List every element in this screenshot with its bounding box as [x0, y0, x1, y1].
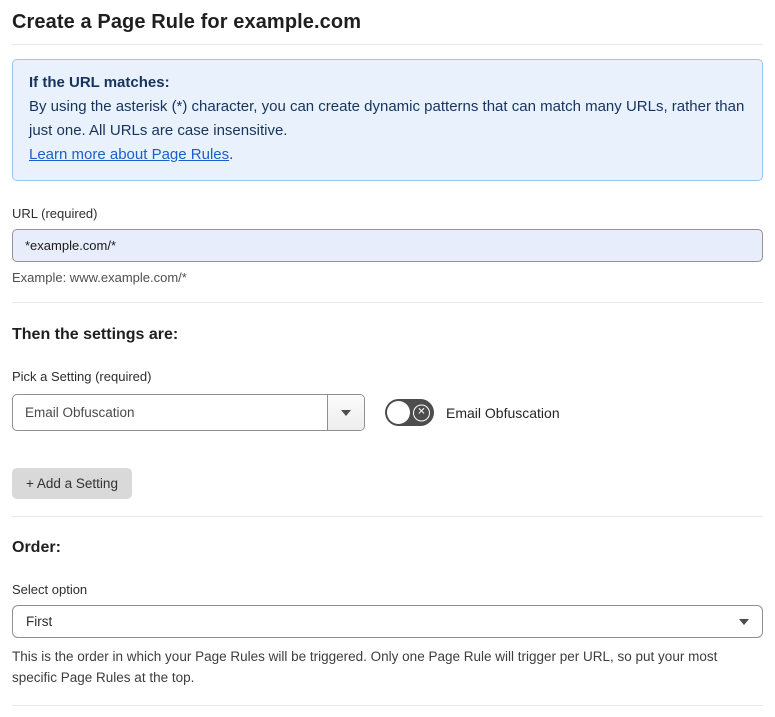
url-match-info-box: If the URL matches: By using the asteris… [12, 59, 763, 181]
setting-select-value: Email Obfuscation [25, 405, 135, 420]
toggle-label: Email Obfuscation [446, 404, 560, 421]
x-circle-icon: ✕ [413, 404, 430, 421]
add-setting-button[interactable]: + Add a Setting [12, 468, 132, 499]
caret-down-icon [739, 618, 749, 625]
title-divider [12, 44, 763, 45]
order-help-text: This is the order in which your Page Rul… [12, 649, 718, 685]
section-divider [12, 302, 763, 303]
footer-divider [12, 705, 763, 706]
settings-section-heading: Then the settings are: [12, 326, 179, 343]
learn-more-link[interactable]: Learn more about Page Rules [29, 146, 229, 163]
section-divider [12, 516, 763, 517]
order-select[interactable]: First [12, 605, 763, 638]
link-suffix: . [229, 146, 234, 163]
order-select-label: Select option [12, 582, 88, 597]
caret-down-icon [341, 409, 351, 416]
url-example-text: Example: www.example.com/* [12, 270, 187, 285]
setting-picker-row: Email Obfuscation ✕ Email Obfuscation [12, 394, 763, 431]
page-rule-form: Create a Page Rule for example.com If th… [0, 0, 775, 717]
url-input[interactable] [12, 229, 763, 262]
order-select-value: First [26, 614, 53, 629]
toggle-knob [387, 401, 410, 424]
setting-select[interactable]: Email Obfuscation [12, 394, 365, 431]
order-section-heading: Order: [12, 539, 61, 556]
page-title: Create a Page Rule for example.com [12, 11, 362, 33]
setting-select-arrow-button[interactable] [327, 395, 364, 430]
pick-setting-label: Pick a Setting (required) [12, 369, 152, 384]
info-box-body: By using the asterisk (*) character, you… [29, 98, 745, 139]
url-field-label: URL (required) [12, 206, 98, 221]
info-box-heading: If the URL matches: [29, 74, 170, 91]
email-obfuscation-toggle[interactable]: ✕ [385, 399, 434, 426]
info-box-link-line: Learn more about Page Rules. [29, 143, 746, 167]
x-glyph: ✕ [417, 406, 426, 418]
